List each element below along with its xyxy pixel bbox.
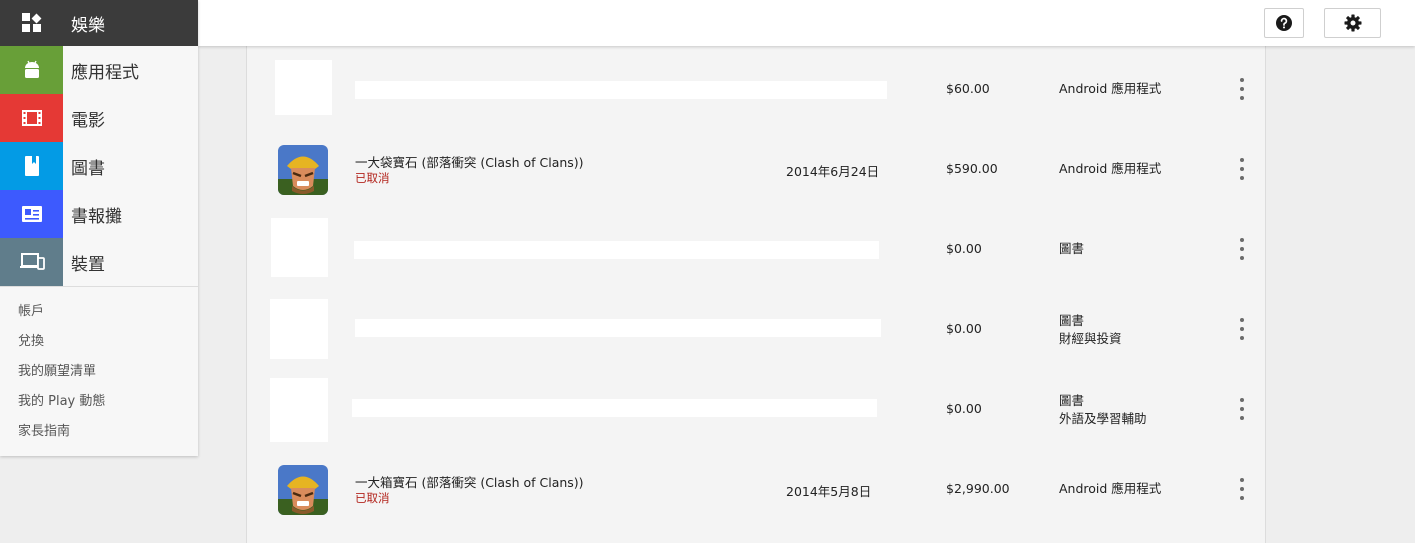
order-price: $2,990.00 xyxy=(946,481,1010,496)
link-account[interactable]: 帳戶 xyxy=(0,297,198,327)
more-vert-icon[interactable] xyxy=(1237,78,1247,100)
top-bar xyxy=(198,0,1415,46)
order-category: 圖書 財經與投資 xyxy=(1059,312,1122,348)
book-icon xyxy=(0,142,63,190)
more-vert-icon[interactable] xyxy=(1237,158,1247,180)
gear-icon xyxy=(1344,14,1361,32)
sidebar-item-newsstand[interactable]: 書報攤 xyxy=(0,190,198,238)
more-vert-icon[interactable] xyxy=(1237,478,1247,500)
link-wishlist[interactable]: 我的願望清單 xyxy=(0,357,198,387)
category-secondary: 外語及學習輔助 xyxy=(1059,411,1147,426)
order-title[interactable]: 一大袋寶石 (部落衝突 (Clash of Clans)) xyxy=(355,152,584,171)
devices-icon xyxy=(0,238,63,286)
order-date: 2014年5月8日 xyxy=(786,484,872,499)
more-vert-icon[interactable] xyxy=(1237,318,1247,340)
more-vert-icon[interactable] xyxy=(1237,398,1247,420)
order-date: 2014年6月24日 xyxy=(786,164,880,179)
order-category: Android 應用程式 xyxy=(1059,161,1162,176)
order-row[interactable]: $60.00 Android 應用程式 xyxy=(247,48,1265,128)
category-secondary: 財經與投資 xyxy=(1059,331,1122,346)
grid-icon xyxy=(0,0,63,46)
sidebar-links: 帳戶 兌換 我的願望清單 我的 Play 動態 家長指南 xyxy=(0,286,198,447)
order-price: $0.00 xyxy=(946,241,982,256)
sidebar-item-apps[interactable]: 應用程式 xyxy=(0,46,198,94)
android-icon xyxy=(0,46,63,94)
clash-of-clans-icon xyxy=(278,145,328,195)
order-row[interactable]: 一大袋寶石 (部落衝突 (Clash of Clans)) 已取消 2014年6… xyxy=(247,128,1265,208)
sidebar: 娛樂 應用程式 電影 圖書 書報攤 裝置 帳戶 兌換 我的願望清單 我的 Pla… xyxy=(0,0,198,456)
link-redeem[interactable]: 兌換 xyxy=(0,327,198,357)
order-status: 已取消 xyxy=(355,491,390,505)
order-status: 已取消 xyxy=(355,171,390,185)
order-title[interactable]: 一大箱寶石 (部落衝突 (Clash of Clans)) xyxy=(355,472,584,491)
order-row[interactable]: $0.00 圖書 財經與投資 xyxy=(247,288,1265,368)
order-category: Android 應用程式 xyxy=(1059,81,1162,96)
order-price: $0.00 xyxy=(946,401,982,416)
title-placeholder-bar xyxy=(355,81,887,99)
sidebar-item-label: 電影 xyxy=(71,110,105,131)
clash-of-clans-icon xyxy=(278,465,328,515)
help-button[interactable] xyxy=(1264,8,1304,38)
link-parent-guide[interactable]: 家長指南 xyxy=(0,417,198,447)
orders-list: $60.00 Android 應用程式 一大袋寶石 (部落衝突 (Clash o… xyxy=(246,46,1266,543)
order-category: 圖書 外語及學習輔助 xyxy=(1059,392,1147,428)
order-row[interactable]: $0.00 圖書 外語及學習輔助 xyxy=(247,368,1265,448)
sidebar-item-label: 應用程式 xyxy=(71,62,139,83)
nav-entertainment-label: 娛樂 xyxy=(71,15,105,36)
newsstand-icon xyxy=(0,190,63,238)
sidebar-item-label: 裝置 xyxy=(71,254,105,275)
sidebar-item-movies[interactable]: 電影 xyxy=(0,94,198,142)
order-category: 圖書 xyxy=(1059,241,1085,256)
film-icon xyxy=(0,94,63,142)
link-play-activity[interactable]: 我的 Play 動態 xyxy=(0,387,198,417)
more-vert-icon[interactable] xyxy=(1237,238,1247,260)
title-placeholder-bar xyxy=(354,241,879,259)
item-thumbnail xyxy=(271,218,328,277)
help-icon xyxy=(1276,15,1292,31)
title-placeholder-bar xyxy=(352,399,877,417)
item-thumbnail xyxy=(270,299,328,359)
order-row[interactable]: $0.00 圖書 xyxy=(247,208,1265,288)
sidebar-item-label: 圖書 xyxy=(71,158,105,179)
category-primary: 圖書 xyxy=(1059,313,1085,328)
nav-entertainment[interactable]: 娛樂 xyxy=(0,0,198,46)
category-primary: 圖書 xyxy=(1059,393,1085,408)
order-category: Android 應用程式 xyxy=(1059,481,1162,496)
sidebar-item-books[interactable]: 圖書 xyxy=(0,142,198,190)
order-price: $60.00 xyxy=(946,81,990,96)
title-placeholder-bar xyxy=(355,319,881,337)
item-thumbnail xyxy=(270,378,328,442)
sidebar-item-devices[interactable]: 裝置 xyxy=(0,238,198,286)
order-price: $590.00 xyxy=(946,161,998,176)
order-row[interactable]: 一大箱寶石 (部落衝突 (Clash of Clans)) 已取消 2014年5… xyxy=(247,448,1265,528)
settings-button[interactable] xyxy=(1324,8,1381,38)
item-thumbnail xyxy=(275,60,332,115)
sidebar-item-label: 書報攤 xyxy=(71,206,122,227)
order-price: $0.00 xyxy=(946,321,982,336)
